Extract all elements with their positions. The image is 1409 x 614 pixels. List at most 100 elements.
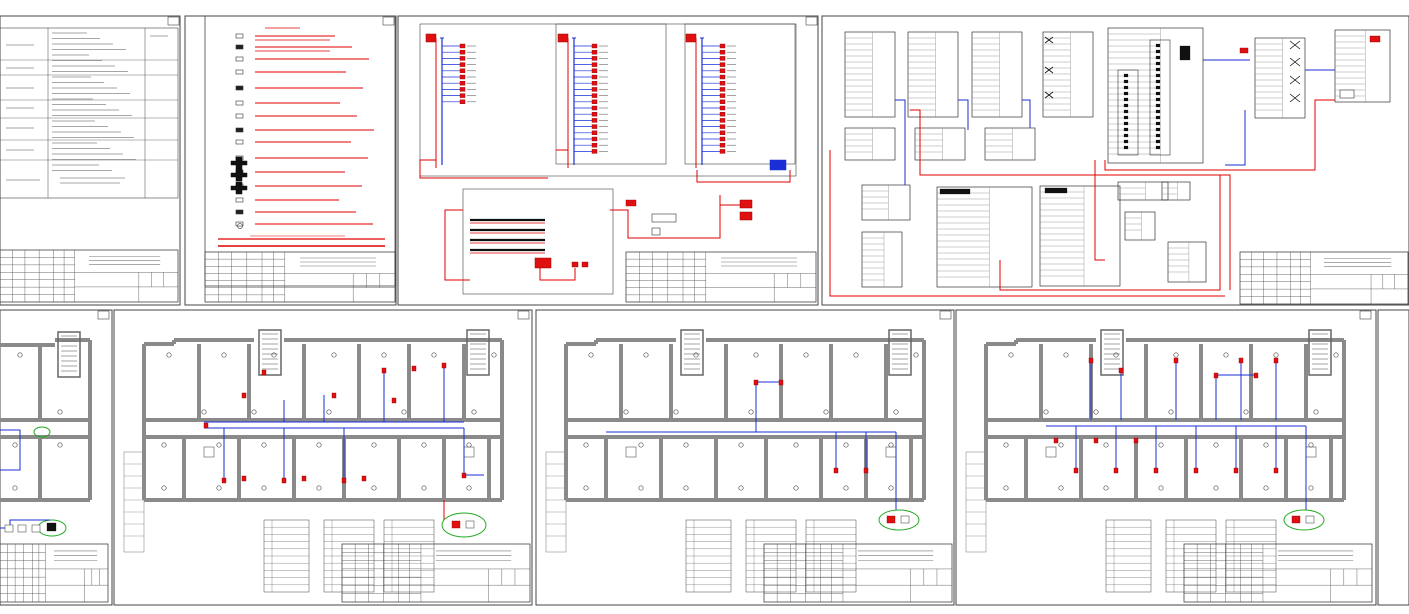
siren-device: [534, 257, 552, 269]
cross-symbol: [230, 172, 248, 178]
detector: [591, 130, 598, 136]
detector: [1238, 357, 1244, 364]
detector: [301, 475, 307, 482]
detector: [591, 87, 598, 92]
drawing-canvas: [0, 0, 1409, 614]
detector: [1133, 437, 1139, 444]
legend-symbol: [235, 197, 244, 203]
detector: [1233, 467, 1239, 474]
detector: [591, 111, 598, 117]
detector: [591, 99, 598, 105]
detector: [719, 99, 726, 105]
detector: [719, 68, 726, 74]
detector: [1113, 467, 1119, 474]
detector: [591, 80, 598, 86]
legend-symbol: [235, 85, 244, 91]
legend-symbol: [235, 209, 244, 215]
detector: [719, 62, 726, 67]
detector: [281, 477, 287, 484]
detector: [591, 142, 598, 148]
module: [46, 522, 57, 532]
detector: [461, 472, 467, 479]
legend-symbol: [235, 56, 244, 62]
detector: [459, 87, 466, 92]
module: [31, 524, 41, 533]
legend-symbol: [235, 69, 244, 75]
detector: [591, 149, 598, 154]
cross-symbol: [230, 160, 248, 166]
detector: [591, 43, 598, 49]
legend-symbol: [235, 113, 244, 119]
detector: [719, 56, 726, 61]
detector: [753, 379, 759, 386]
legend-symbol: [235, 33, 244, 39]
legend-symbol: [235, 127, 244, 133]
detector: [833, 467, 839, 474]
legend-symbol: [235, 139, 244, 145]
detector: [591, 68, 598, 74]
detector: [719, 43, 726, 49]
detector: [341, 477, 347, 484]
panel-device: [685, 33, 697, 43]
detector: [361, 475, 367, 482]
detector: [1073, 467, 1079, 474]
detector: [241, 475, 247, 482]
detector: [591, 105, 598, 111]
detector: [1153, 467, 1159, 474]
detector: [203, 422, 209, 429]
detector: [591, 62, 598, 67]
detector: [459, 93, 466, 98]
detector: [719, 87, 726, 92]
detector: [719, 149, 726, 154]
detector: [331, 392, 337, 399]
detector: [778, 379, 784, 386]
detector: [719, 118, 726, 123]
detector: [719, 136, 726, 142]
module: [4, 524, 14, 533]
detector: [1053, 437, 1059, 444]
detector: [719, 124, 726, 129]
detector: [459, 62, 466, 67]
detector: [1253, 372, 1259, 379]
detector: [241, 392, 247, 399]
detector: [1273, 357, 1279, 364]
detector: [381, 367, 387, 374]
detector: [591, 136, 598, 142]
detector: [719, 130, 726, 136]
detector: [1193, 467, 1199, 474]
control-panel: [769, 159, 787, 171]
detector: [459, 56, 466, 61]
detector: [459, 43, 466, 49]
detector: [459, 74, 466, 80]
detector: [391, 397, 397, 404]
detector: [719, 93, 726, 98]
detector: [591, 118, 598, 123]
detector: [1173, 357, 1179, 364]
detector: [261, 369, 267, 376]
module: [17, 524, 27, 533]
panel-device: [425, 33, 437, 43]
detector: [719, 74, 726, 80]
detector: [459, 80, 466, 86]
detector: [1118, 367, 1124, 374]
detector: [1273, 467, 1279, 474]
legend-symbol: [235, 100, 244, 106]
detector: [591, 93, 598, 98]
detector: [591, 124, 598, 129]
detector: [591, 56, 598, 61]
detector: [1093, 437, 1099, 444]
detector: [719, 80, 726, 86]
legend-symbol: [235, 44, 244, 50]
detector: [441, 362, 447, 369]
detector: [719, 142, 726, 148]
detector: [459, 68, 466, 74]
cross-symbol: [230, 185, 248, 191]
detector: [719, 111, 726, 117]
detector: [719, 105, 726, 111]
detector: [459, 99, 466, 105]
detector: [221, 477, 227, 484]
detector: [591, 74, 598, 80]
detector: [863, 467, 869, 474]
detector: [459, 50, 466, 55]
detector: [719, 50, 726, 55]
